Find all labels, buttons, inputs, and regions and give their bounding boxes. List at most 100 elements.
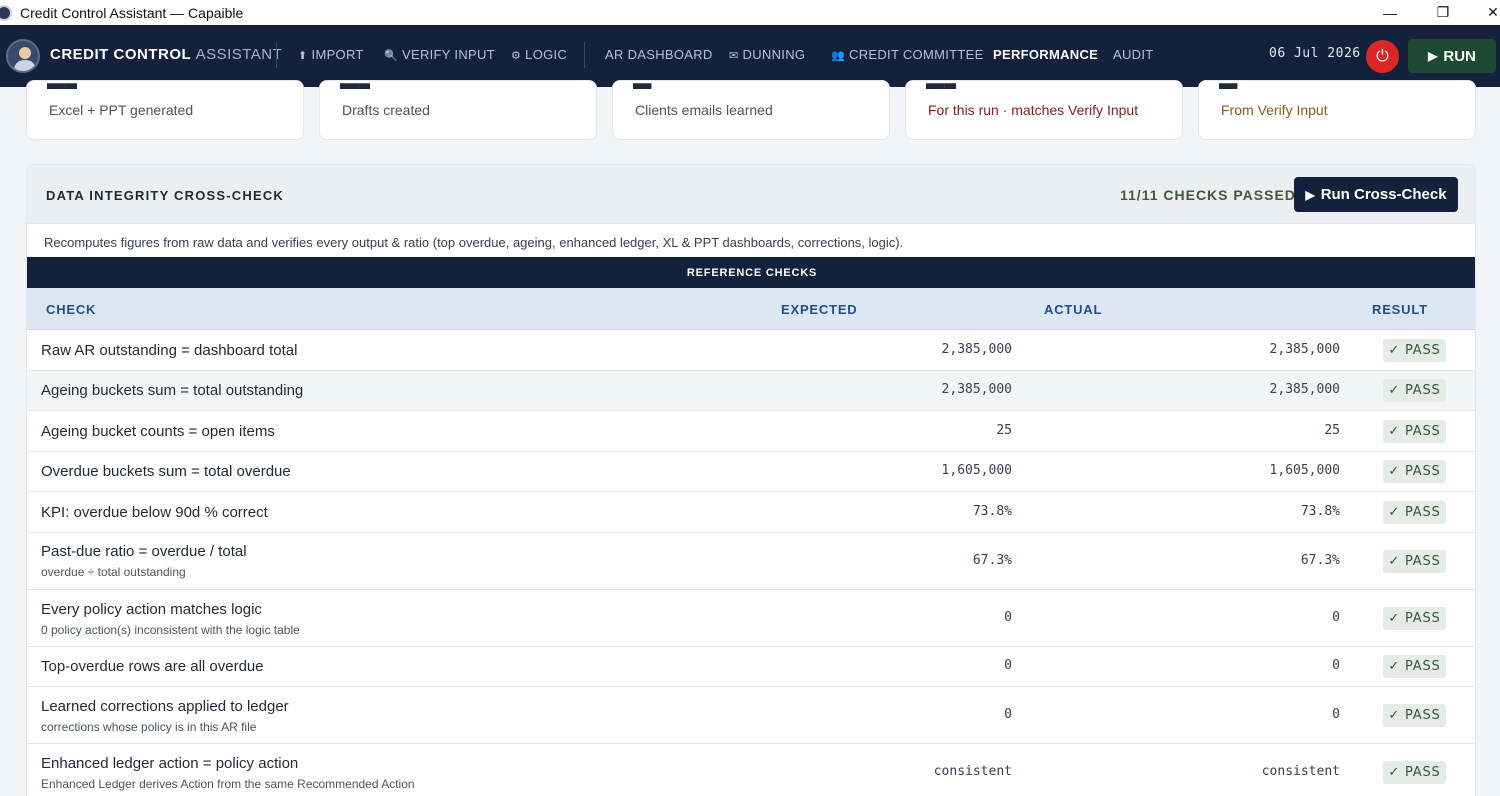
nav-item-credit-committee[interactable]: 👥 CREDIT COMMITTEE bbox=[831, 47, 984, 62]
panel-title: DATA INTEGRITY CROSS-CHECK bbox=[46, 188, 285, 203]
nav-item-label: LOGIC bbox=[525, 47, 568, 62]
pass-badge: ✓ PASS bbox=[1383, 379, 1446, 402]
restore-icon[interactable]: ❐ bbox=[1418, 0, 1468, 25]
actual-value: 1,605,000 bbox=[1269, 463, 1340, 478]
actual-value: 67.3% bbox=[1300, 553, 1340, 568]
check-name: Past-due ratio = overdue / total bbox=[41, 543, 247, 560]
pass-badge: ✓ PASS bbox=[1383, 501, 1446, 524]
power-button[interactable]: ⏻ bbox=[1366, 40, 1399, 73]
stat-card-outputs: ▄▄ Excel + PPT generated bbox=[26, 77, 304, 140]
nav-divider bbox=[584, 42, 585, 68]
nav-item-label: VERIFY INPUT bbox=[402, 47, 495, 62]
check-name: Raw AR outstanding = dashboard total bbox=[41, 342, 298, 359]
nav-item-label: DUNNING bbox=[742, 47, 806, 62]
column-header-result: RESULT bbox=[1372, 302, 1428, 317]
table-row: Enhanced ledger action = policy action E… bbox=[27, 744, 1475, 796]
nav-item-label: IMPORT bbox=[311, 47, 364, 62]
avatar-head bbox=[19, 47, 31, 59]
nav-divider bbox=[276, 42, 277, 68]
nav-item-ar-dashboard[interactable]: AR DASHBOARD bbox=[605, 47, 713, 62]
close-icon[interactable]: ✕ bbox=[1468, 0, 1500, 25]
search-icon: 🔍 bbox=[384, 50, 398, 62]
stat-caption: Drafts created bbox=[342, 102, 430, 118]
check-note: overdue ÷ total outstanding bbox=[41, 565, 186, 579]
avatar[interactable] bbox=[6, 39, 40, 73]
run-cross-check-label: Run Cross-Check bbox=[1320, 186, 1447, 203]
users-icon: 👥 bbox=[831, 50, 845, 62]
expected-value: 25 bbox=[996, 423, 1012, 438]
current-date: 06 Jul 2026 bbox=[1269, 46, 1361, 61]
nav-item-label: PERFORMANCE bbox=[993, 47, 1099, 62]
pass-badge: ✓ PASS bbox=[1383, 420, 1446, 443]
nav-item-verify-input[interactable]: 🔍 VERIFY INPUT bbox=[384, 47, 495, 62]
pass-badge: ✓ PASS bbox=[1383, 339, 1446, 362]
pass-badge: ✓ PASS bbox=[1383, 704, 1446, 727]
table-header: CHECK EXPECTED ACTUAL RESULT bbox=[27, 288, 1475, 330]
expected-value: 0 bbox=[1004, 610, 1012, 625]
avatar-body bbox=[14, 60, 36, 71]
nav-item-logic[interactable]: ⚙ LOGIC bbox=[511, 47, 567, 62]
table-row: Top-overdue rows are all overdue 0 0 ✓ P… bbox=[27, 647, 1475, 687]
nav-item-label: AR DASHBOARD bbox=[605, 47, 713, 62]
play-icon: ▶ bbox=[1428, 49, 1438, 63]
table-row: Raw AR outstanding = dashboard total 2,3… bbox=[27, 330, 1475, 371]
gear-icon: ⚙ bbox=[511, 50, 522, 62]
nav-item-import[interactable]: ⬆ IMPORT bbox=[298, 47, 364, 62]
check-name: Enhanced ledger action = policy action bbox=[41, 755, 299, 772]
check-name: Ageing buckets sum = total outstanding bbox=[41, 382, 304, 399]
power-icon: ⏻ bbox=[1376, 47, 1389, 65]
expected-value: 1,605,000 bbox=[941, 463, 1012, 478]
table-row: Every policy action matches logic 0 poli… bbox=[27, 590, 1475, 647]
nav-item-audit[interactable]: AUDIT bbox=[1113, 47, 1154, 62]
check-name: Ageing bucket counts = open items bbox=[41, 423, 275, 440]
run-label: RUN bbox=[1443, 47, 1476, 65]
brand-light: ASSISTANT bbox=[195, 46, 283, 63]
stat-value-partial: ▄▄ bbox=[340, 77, 370, 89]
panel-header: DATA INTEGRITY CROSS-CHECK 11/11 CHECKS … bbox=[27, 165, 1475, 224]
nav-item-dunning[interactable]: ✉ DUNNING bbox=[729, 47, 805, 62]
table-row: Past-due ratio = overdue / total overdue… bbox=[27, 533, 1475, 590]
run-button[interactable]: ▶ RUN bbox=[1408, 39, 1496, 73]
check-name: Overdue buckets sum = total overdue bbox=[41, 463, 291, 480]
table-row: KPI: overdue below 90d % correct 73.8% 7… bbox=[27, 492, 1475, 533]
pass-badge: ✓ PASS bbox=[1383, 655, 1446, 678]
table-row: Ageing bucket counts = open items 25 25 … bbox=[27, 411, 1475, 452]
check-name: Top-overdue rows are all overdue bbox=[41, 658, 264, 675]
expected-value: consistent bbox=[933, 764, 1012, 779]
section-header: REFERENCE CHECKS bbox=[27, 257, 1475, 288]
stat-caption: For this run · matches Verify Input bbox=[928, 102, 1139, 118]
check-note: 0 policy action(s) inconsistent with the… bbox=[41, 623, 300, 637]
actual-value: 73.8% bbox=[1300, 504, 1340, 519]
stat-card-emails: ▄ Clients emails learned bbox=[612, 77, 890, 140]
column-header-check: CHECK bbox=[46, 302, 97, 317]
column-header-expected: EXPECTED bbox=[781, 302, 858, 317]
nav-item-performance[interactable]: PERFORMANCE bbox=[993, 47, 1098, 62]
brand-bold: CREDIT CONTROL bbox=[50, 46, 191, 63]
expected-value: 2,385,000 bbox=[941, 382, 1012, 397]
expected-value: 67.3% bbox=[972, 553, 1012, 568]
actual-value: 0 bbox=[1332, 610, 1340, 625]
integrity-panel: DATA INTEGRITY CROSS-CHECK 11/11 CHECKS … bbox=[26, 164, 1476, 796]
stat-card-verify: ▄ From Verify Input bbox=[1198, 77, 1476, 140]
pass-badge: ✓ PASS bbox=[1383, 761, 1446, 784]
column-header-actual: ACTUAL bbox=[1044, 302, 1103, 317]
app-icon bbox=[0, 4, 12, 21]
window-titlebar: Credit Control Assistant — Capaible — ❐ … bbox=[0, 0, 1500, 25]
actual-value: 0 bbox=[1332, 707, 1340, 722]
expected-value: 73.8% bbox=[972, 504, 1012, 519]
table-row: Learned corrections applied to ledger co… bbox=[27, 687, 1475, 744]
play-icon: ▶ bbox=[1305, 187, 1315, 202]
stat-caption: Clients emails learned bbox=[635, 102, 773, 118]
mail-icon: ✉ bbox=[729, 50, 739, 62]
panel-description: Recomputes figures from raw data and ver… bbox=[44, 235, 904, 250]
actual-value: 25 bbox=[1324, 423, 1340, 438]
run-cross-check-button[interactable]: ▶ Run Cross-Check bbox=[1294, 177, 1458, 212]
expected-value: 0 bbox=[1004, 707, 1012, 722]
upload-icon: ⬆ bbox=[298, 50, 308, 62]
check-note: corrections whose policy is in this AR f… bbox=[41, 720, 257, 734]
top-nav: CREDIT CONTROL ASSISTANT ⬆ IMPORT 🔍 VERIFY… bbox=[0, 25, 1500, 87]
table-row: Overdue buckets sum = total overdue 1,60… bbox=[27, 452, 1475, 492]
stat-value-partial: ▄ bbox=[1219, 77, 1249, 89]
minimize-icon[interactable]: — bbox=[1365, 0, 1415, 25]
stat-card-run: ▄▄ For this run · matches Verify Input bbox=[905, 77, 1183, 140]
